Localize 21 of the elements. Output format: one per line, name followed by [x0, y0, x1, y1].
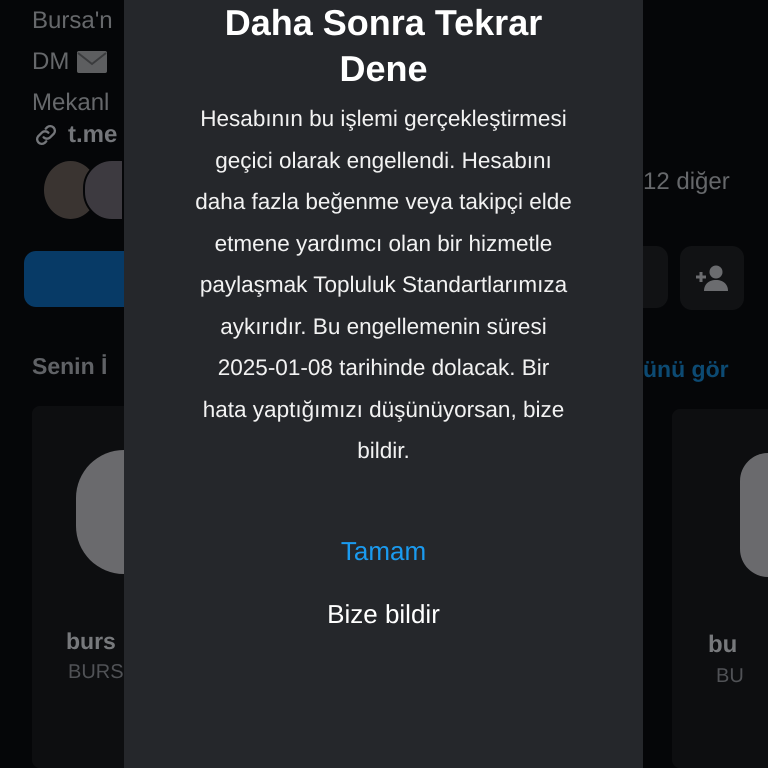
profile-link[interactable]: t.me: [68, 121, 118, 149]
account-subtitle: BURS: [68, 661, 124, 684]
suggestion-card[interactable]: bu BU: [672, 409, 768, 768]
dialog-button[interactable]: Tamam: [324, 532, 442, 570]
account-name: bu: [708, 631, 738, 659]
section-title: Senin İ: [32, 353, 108, 380]
action-button[interactable]: [643, 246, 668, 308]
dialog-button[interactable]: Bize bildir: [311, 594, 456, 634]
followers-text: 12 diğer: [643, 168, 731, 196]
envelope-icon: [77, 50, 108, 72]
add-person-icon: [695, 264, 729, 292]
bio-text: Bursa'n: [32, 6, 114, 36]
dialog-message: Hesabının bu işlemi gerçekleştirmesi geçici olarak engellendi. Hesabını daha fazla beğenme veya takipçi elde etmene yardımcı olan bir hizmetle paylaşmak Topluluk Standartlarımıza aykırıdır. Bu engellemenin süresi 2025-01-08 tarihinde dolacak. Bir hata yaptığımızı düşünüyorsan, bize bildir.: [194, 105, 573, 465]
account-subtitle: BU: [716, 665, 745, 688]
add-person-button[interactable]: [680, 246, 744, 310]
bio-text: DM: [32, 47, 70, 77]
action-button[interactable]: [24, 251, 124, 308]
account-name: burs: [66, 628, 116, 656]
dialog-title: Daha Sonra Tekrar Dene: [224, 1, 544, 91]
bio-text: Mekanl: [32, 88, 110, 118]
suggestion-card[interactable]: burs BURS: [32, 406, 124, 768]
